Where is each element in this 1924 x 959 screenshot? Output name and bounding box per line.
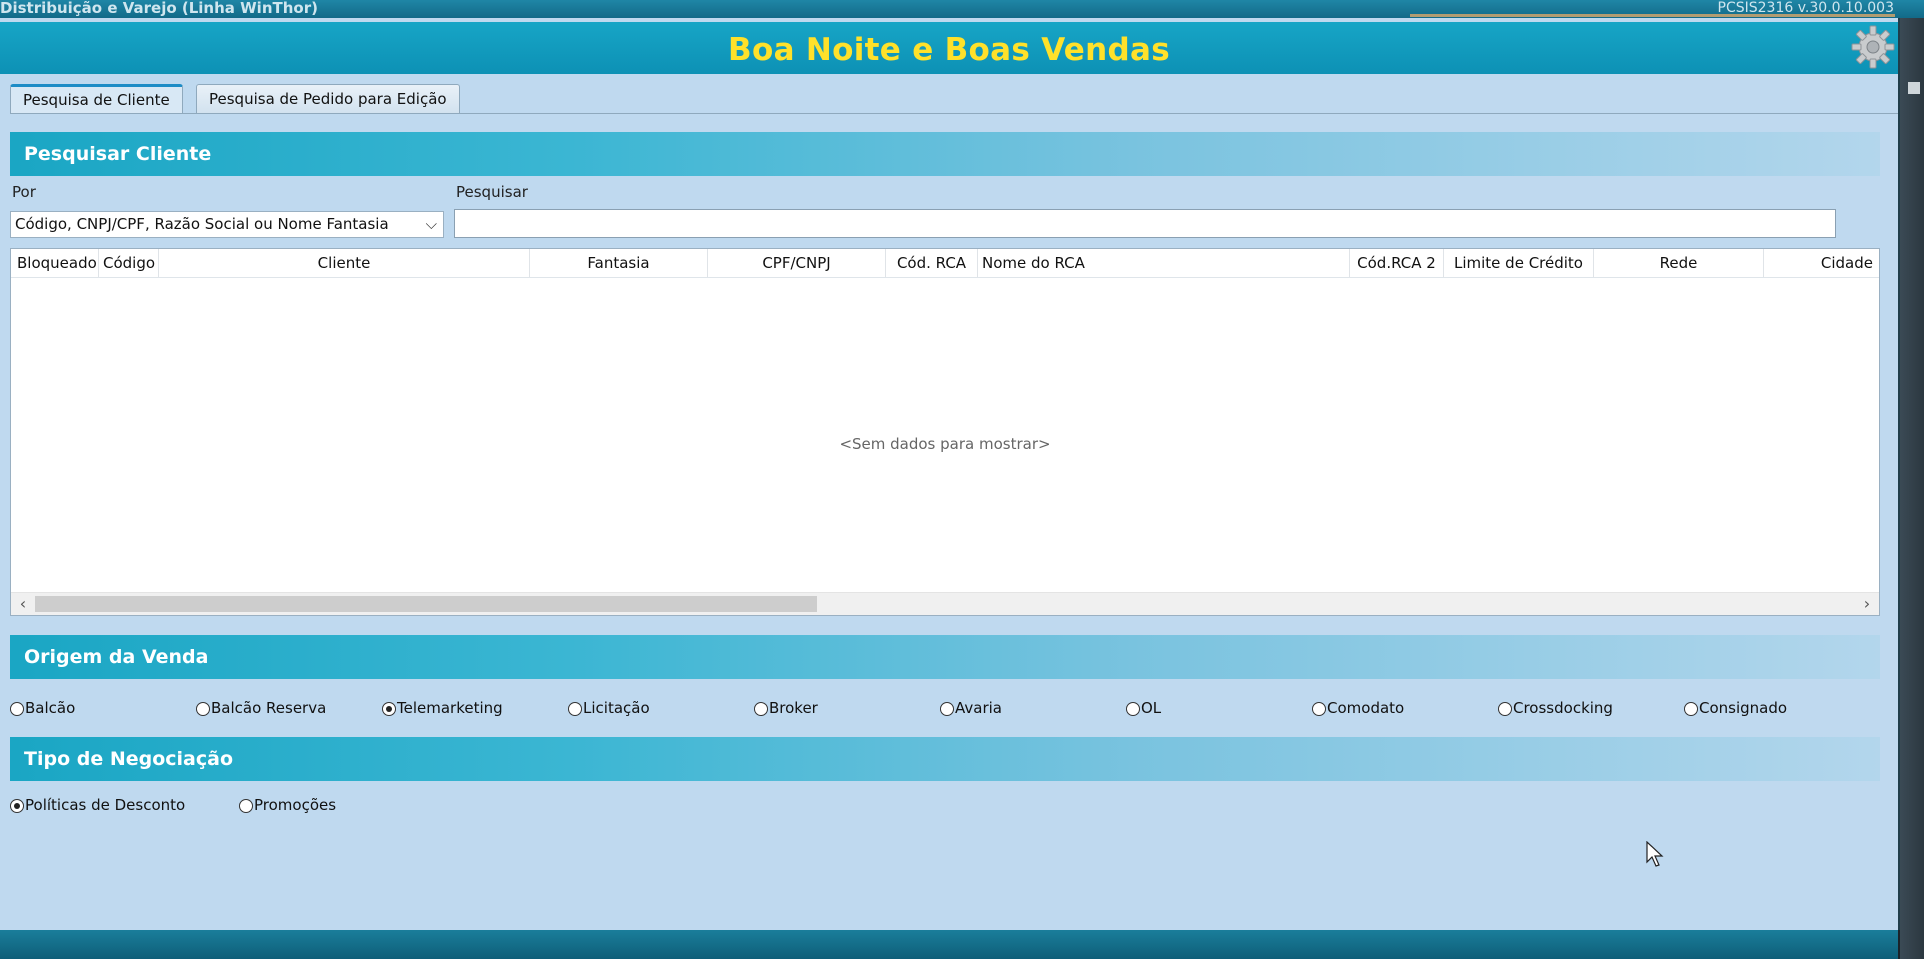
radio-circle — [940, 702, 954, 716]
horizontal-scrollbar[interactable]: ‹ › — [11, 592, 1879, 615]
radio-circle-selected — [10, 799, 24, 813]
radio-licitacao[interactable]: Licitação — [568, 698, 650, 718]
section-header-pesquisar-cliente: Pesquisar Cliente — [10, 132, 1880, 176]
column-header-cod-rca[interactable]: Cód. RCA — [886, 249, 978, 277]
radio-label: Políticas de Desconto — [25, 796, 186, 814]
column-header-cidade[interactable]: Cidade — [1764, 249, 1879, 277]
column-header-rede[interactable]: Rede — [1594, 249, 1764, 277]
radio-consignado[interactable]: Consignado — [1684, 698, 1787, 718]
tab-label: Pesquisa de Cliente — [23, 91, 170, 109]
search-by-value: Código, CNPJ/CPF, Razão Social ou Nome F… — [15, 215, 389, 233]
radio-label: OL — [1141, 699, 1162, 717]
radio-ol[interactable]: OL — [1126, 698, 1161, 718]
column-header-bloqueado[interactable]: Bloqueado — [11, 249, 99, 277]
radio-avaria[interactable]: Avaria — [940, 698, 1002, 718]
banner-title: Boa Noite e Boas Vendas — [728, 32, 1170, 68]
radio-label: Balcão Reserva — [211, 699, 327, 717]
tab-label: Pesquisa de Pedido para Edição — [209, 90, 447, 108]
radio-label: Promoções — [254, 796, 337, 814]
mini-window-icon — [1908, 82, 1920, 94]
radio-circle — [1126, 702, 1140, 716]
column-header-limite-credito[interactable]: Limite de Crédito — [1444, 249, 1594, 277]
column-header-nome-rca[interactable]: Nome do RCA — [978, 249, 1350, 277]
radio-label: Comodato — [1327, 699, 1405, 717]
search-input[interactable] — [454, 209, 1836, 238]
radio-promocoes[interactable]: Promoções — [239, 795, 336, 815]
section-header-origem-venda: Origem da Venda — [10, 635, 1880, 679]
tab-pesquisa-cliente[interactable]: Pesquisa de Cliente — [10, 84, 183, 114]
scrollbar-thumb[interactable] — [35, 596, 817, 612]
search-by-select[interactable]: Código, CNPJ/CPF, Razão Social ou Nome F… — [10, 211, 444, 238]
greeting-banner: Boa Noite e Boas Vendas — [0, 22, 1898, 74]
pesquisar-label: Pesquisar — [456, 183, 528, 201]
radio-broker[interactable]: Broker — [754, 698, 818, 718]
radio-balcao-reserva[interactable]: Balcão Reserva — [196, 698, 326, 718]
radio-circle — [568, 702, 582, 716]
radio-label: Licitação — [583, 699, 650, 717]
radio-circle — [1312, 702, 1326, 716]
app-title: Distribuição e Varejo (Linha WinThor) — [0, 0, 318, 17]
radio-circle — [239, 799, 253, 813]
column-header-codigo[interactable]: Código — [99, 249, 159, 277]
column-header-cliente[interactable]: Cliente — [159, 249, 530, 277]
grid-empty-message: <Sem dados para mostrar> — [839, 435, 1051, 453]
radio-crossdocking[interactable]: Crossdocking — [1498, 698, 1613, 718]
grid-header: Bloqueado Código Cliente Fantasia CPF/CN… — [11, 249, 1879, 278]
radio-circle — [754, 702, 768, 716]
column-header-cod-rca-2[interactable]: Cód.RCA 2 — [1350, 249, 1444, 277]
radio-label: Consignado — [1699, 699, 1788, 717]
tab-divider — [10, 113, 1898, 114]
column-header-cpf-cnpj[interactable]: CPF/CNPJ — [708, 249, 886, 277]
radio-label: Broker — [769, 699, 818, 717]
radio-telemarketing[interactable]: Telemarketing — [382, 698, 503, 718]
mouse-cursor-icon — [1646, 841, 1664, 867]
main-panel: Boa Noite e Boas Vendas Pesquisa de Clie… — [0, 18, 1900, 930]
client-grid: Bloqueado Código Cliente Fantasia CPF/CN… — [10, 248, 1880, 616]
radio-circle — [1684, 702, 1698, 716]
tab-pesquisa-pedido[interactable]: Pesquisa de Pedido para Edição — [196, 84, 460, 113]
radio-label: Balcão — [25, 699, 76, 717]
column-header-fantasia[interactable]: Fantasia — [530, 249, 708, 277]
radio-circle-selected — [382, 702, 396, 716]
scroll-right-icon[interactable]: › — [1857, 593, 1877, 615]
radio-circle — [196, 702, 210, 716]
radio-balcao[interactable]: Balcão — [10, 698, 75, 718]
radio-label: Avaria — [955, 699, 1002, 717]
scroll-left-icon[interactable]: ‹ — [13, 593, 33, 615]
version-label: PCSIS2316 v.30.0.10.003 — [1717, 0, 1894, 16]
radio-label: Telemarketing — [397, 699, 503, 717]
chevron-down-icon: ⌵ — [425, 215, 437, 233]
radio-comodato[interactable]: Comodato — [1312, 698, 1404, 718]
radio-label: Crossdocking — [1513, 699, 1613, 717]
right-edge-strip — [1898, 18, 1924, 959]
bottom-taskbar — [0, 930, 1898, 959]
radio-politicas-desconto[interactable]: Políticas de Desconto — [10, 795, 185, 815]
radio-circle — [10, 702, 24, 716]
window-titlebar: Distribuição e Varejo (Linha WinThor) PC… — [0, 0, 1924, 18]
section-header-tipo-negociacao: Tipo de Negociação — [10, 737, 1880, 781]
radio-circle — [1498, 702, 1512, 716]
por-label: Por — [12, 183, 36, 201]
gear-icon[interactable] — [1850, 24, 1896, 70]
